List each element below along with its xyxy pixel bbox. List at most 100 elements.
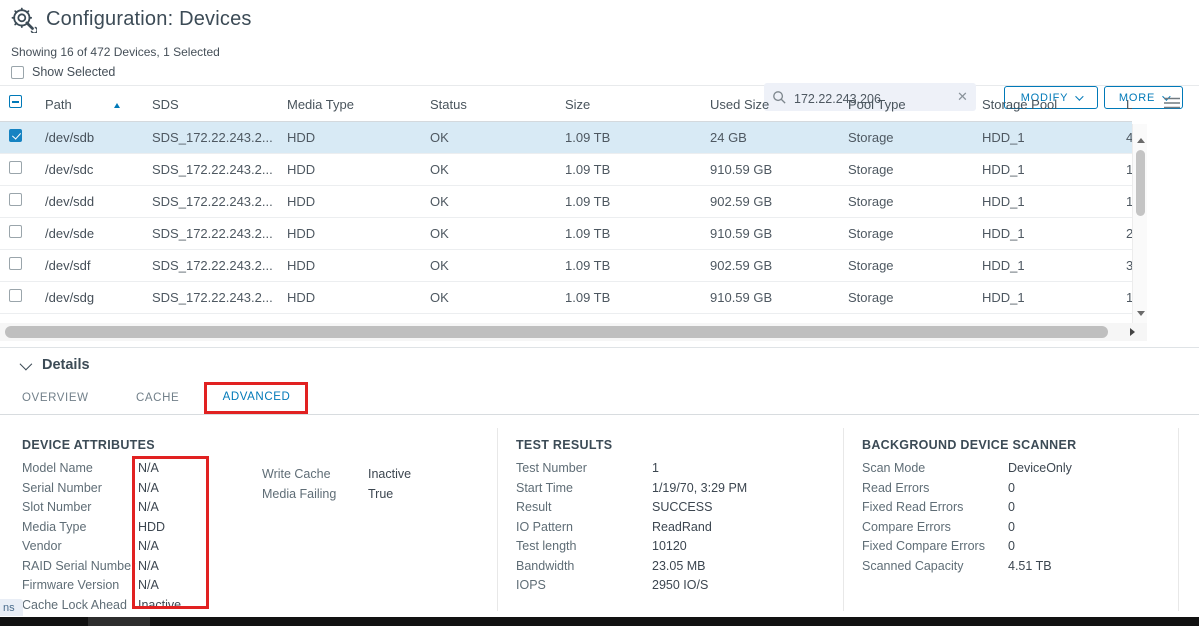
cell-path: /dev/sdc <box>36 162 143 177</box>
column-header-status[interactable]: Status <box>421 97 556 112</box>
cell-path: /dev/sdb <box>36 130 143 145</box>
cell-sds: SDS_172.22.243.2... <box>143 290 278 305</box>
vertical-scrollbar-thumb[interactable] <box>1136 150 1145 216</box>
table-body: /dev/sdb SDS_172.22.243.2... HDD OK 1.09… <box>0 122 1132 314</box>
row-checkbox[interactable] <box>9 289 22 302</box>
table-row-sdf[interactable]: /dev/sdf SDS_172.22.243.2... HDD OK 1.09… <box>0 250 1132 282</box>
cell-path: /dev/sdd <box>36 194 143 209</box>
configuration-gear-icon <box>10 6 37 33</box>
attr-row: Media FailingTrue <box>262 487 492 507</box>
cell-used-size: 902.59 GB <box>701 258 839 273</box>
cell-pool-type: Storage <box>839 226 973 241</box>
cell-sds: SDS_172.22.243.2... <box>143 162 278 177</box>
table-header-row: Path SDS Media Type Status Size Used Siz… <box>0 87 1132 122</box>
attr-row: Firmware VersionN/A <box>22 578 492 598</box>
scanner-row: Compare Errors0 <box>862 520 1182 540</box>
page-title: Configuration: Devices <box>46 8 252 31</box>
cell-pool-type: Storage <box>839 290 973 305</box>
table-row-sdb[interactable]: /dev/sdb SDS_172.22.243.2... HDD OK 1.09… <box>0 122 1132 154</box>
column-header-sds[interactable]: SDS <box>143 97 278 112</box>
column-settings-icon[interactable] <box>1163 96 1181 110</box>
column-header-storage-pool[interactable]: Storage Pool <box>973 97 1117 112</box>
devices-summary-text: Showing 16 of 472 Devices, 1 Selected <box>11 45 220 59</box>
scroll-right-icon[interactable] <box>1130 328 1135 336</box>
cell-pool-type: Storage <box>839 194 973 209</box>
cell-pool-type: Storage <box>839 130 973 145</box>
attr-row: Write CacheInactive <box>262 467 492 487</box>
cell-status: OK <box>421 194 556 209</box>
taskbar-strip <box>0 617 1199 626</box>
column-header-last[interactable]: La <box>1117 97 1132 112</box>
cell-media-type: HDD <box>278 162 421 177</box>
browser-status-tooltip: ns <box>0 599 23 616</box>
select-all-checkbox[interactable] <box>9 95 22 108</box>
scanner-row: Scanned Capacity4.51 TB <box>862 559 1182 579</box>
cell-last: 2 <box>1117 226 1132 241</box>
cell-path: /dev/sdf <box>36 258 143 273</box>
attr-row: RAID Serial NumberN/A <box>22 559 492 579</box>
cell-size: 1.09 TB <box>556 162 701 177</box>
scroll-down-icon[interactable] <box>1137 311 1145 316</box>
column-header-path[interactable]: Path <box>36 97 143 112</box>
column-header-size[interactable]: Size <box>556 97 701 112</box>
row-checkbox[interactable] <box>9 257 22 270</box>
column-header-used-size[interactable]: Used Size <box>701 97 839 112</box>
cell-status: OK <box>421 130 556 145</box>
cell-pool-type: Storage <box>839 258 973 273</box>
test-results-title: TEST RESULTS <box>516 438 836 452</box>
cell-media-type: HDD <box>278 226 421 241</box>
test-row: Start Time1/19/70, 3:29 PM <box>516 481 836 501</box>
cell-size: 1.09 TB <box>556 226 701 241</box>
column-header-media-type[interactable]: Media Type <box>278 97 421 112</box>
cell-used-size: 910.59 GB <box>701 290 839 305</box>
details-collapse-header[interactable]: Details <box>20 357 90 373</box>
cell-size: 1.09 TB <box>556 194 701 209</box>
cell-last: 1. <box>1117 162 1132 177</box>
cell-last: 4 <box>1117 130 1132 145</box>
tab-cache[interactable]: CACHE <box>136 382 179 414</box>
cell-used-size: 902.59 GB <box>701 194 839 209</box>
cell-sds: SDS_172.22.243.2... <box>143 226 278 241</box>
cell-pool-type: Storage <box>839 162 973 177</box>
tab-advanced[interactable]: ADVANCED <box>206 382 307 414</box>
table-row-sdc[interactable]: /dev/sdc SDS_172.22.243.2... HDD OK 1.09… <box>0 154 1132 186</box>
scanner-row: Fixed Compare Errors0 <box>862 539 1182 559</box>
details-section: Details OVERVIEW CACHE ADVANCED DEVICE A… <box>0 347 1199 617</box>
cell-used-size: 910.59 GB <box>701 226 839 241</box>
test-row: Test length10120 <box>516 539 836 559</box>
table-row-sde[interactable]: /dev/sde SDS_172.22.243.2... HDD OK 1.09… <box>0 218 1132 250</box>
row-checkbox[interactable] <box>9 161 22 174</box>
table-row-sdg[interactable]: /dev/sdg SDS_172.22.243.2... HDD OK 1.09… <box>0 282 1132 314</box>
attr-row: VendorN/A <box>22 539 492 559</box>
scroll-up-icon[interactable] <box>1137 138 1145 143</box>
cell-media-type: HDD <box>278 258 421 273</box>
test-row: IO PatternReadRand <box>516 520 836 540</box>
table-row-sdd[interactable]: /dev/sdd SDS_172.22.243.2... HDD OK 1.09… <box>0 186 1132 218</box>
test-row: Test Number1 <box>516 461 836 481</box>
panel-divider <box>497 428 498 611</box>
test-results-panel: TEST RESULTS Test Number1 Start Time1/19… <box>516 438 836 598</box>
cell-status: OK <box>421 162 556 177</box>
cell-size: 1.09 TB <box>556 130 701 145</box>
row-checkbox[interactable] <box>9 225 22 238</box>
app-window: Configuration: Devices Showing 16 of 472… <box>0 0 1199 626</box>
sort-ascending-icon <box>114 103 120 108</box>
show-selected-checkbox[interactable]: Show Selected <box>11 65 115 79</box>
horizontal-scrollbar-thumb[interactable] <box>5 326 1108 338</box>
chevron-down-icon <box>20 357 33 370</box>
checkbox-icon[interactable] <box>11 66 24 79</box>
row-checkbox[interactable] <box>9 193 22 206</box>
cell-used-size: 24 GB <box>701 130 839 145</box>
scanner-row: Read Errors0 <box>862 481 1182 501</box>
device-attributes-title: DEVICE ATTRIBUTES <box>22 438 492 452</box>
toolbar: Showing 16 of 472 Devices, 1 Selected Sh… <box>0 38 1199 86</box>
cell-size: 1.09 TB <box>556 258 701 273</box>
horizontal-scrollbar[interactable] <box>0 323 1147 341</box>
row-checkbox[interactable] <box>9 129 22 142</box>
tab-overview[interactable]: OVERVIEW <box>22 382 89 414</box>
column-header-pool-type[interactable]: Pool Type <box>839 97 973 112</box>
test-row: IOPS2950 IO/S <box>516 578 836 598</box>
background-scanner-panel: BACKGROUND DEVICE SCANNER Scan ModeDevic… <box>862 438 1182 578</box>
cell-size: 1.09 TB <box>556 290 701 305</box>
vertical-scrollbar[interactable] <box>1132 124 1147 324</box>
